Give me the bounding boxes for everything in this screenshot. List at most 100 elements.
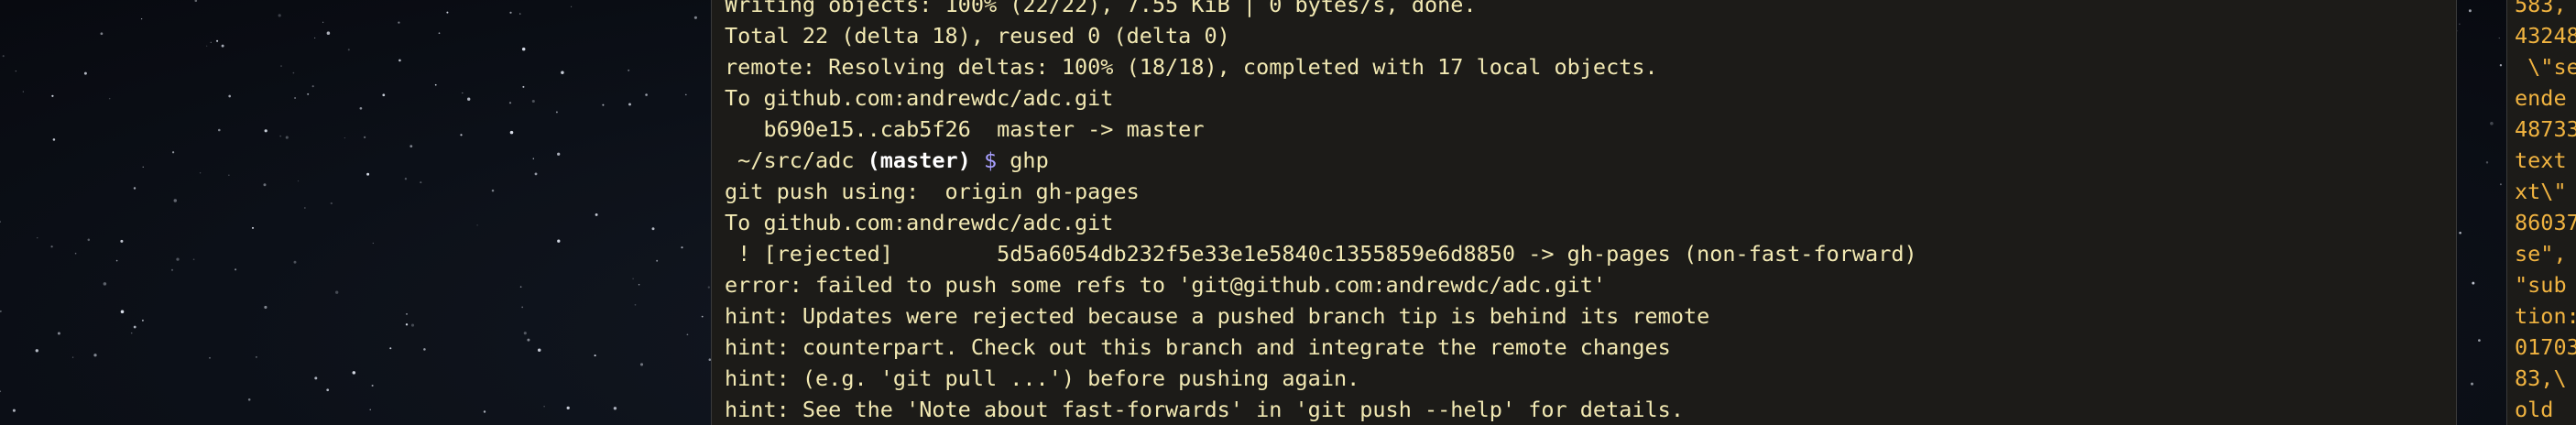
star [173, 199, 178, 202]
star [304, 207, 306, 209]
star [701, 315, 704, 318]
star [100, 32, 104, 36]
star [382, 93, 386, 97]
star [130, 332, 133, 334]
star [50, 245, 53, 248]
star [0, 390, 2, 393]
terminal-line: hint: See the 'Note about fast-forwards'… [725, 397, 1684, 422]
side-terminal-line: 48733 [2515, 116, 2576, 142]
star [571, 5, 573, 7]
star [508, 102, 512, 104]
star [639, 363, 644, 366]
star [2499, 183, 2502, 186]
star [133, 325, 136, 329]
star [74, 252, 77, 255]
star [594, 354, 596, 357]
star [389, 347, 392, 350]
star [543, 406, 545, 408]
star [483, 410, 486, 413]
side-terminal-line: 43248 [2515, 23, 2576, 49]
terminal-line: b690e15..cab5f26 master -> master [725, 116, 1205, 142]
side-terminal-line: 01703 [2515, 334, 2576, 360]
star [247, 398, 251, 401]
star [51, 94, 54, 97]
star [264, 305, 267, 310]
terminal-line: ! [rejected] 5d5a6054db232f5e33e1e5840c1… [725, 241, 1917, 267]
star [199, 172, 202, 174]
side-terminal-line: 583, [2515, 0, 2567, 17]
star [37, 237, 38, 239]
side-terminal-line: xt\" [2515, 179, 2567, 204]
star [71, 356, 74, 358]
star [537, 348, 541, 353]
star [409, 145, 413, 148]
star [171, 151, 175, 154]
star [221, 44, 224, 48]
star [2478, 339, 2481, 342]
star [235, 268, 237, 271]
star [87, 238, 91, 242]
star [192, 258, 195, 261]
star [645, 93, 648, 96]
star [359, 106, 363, 110]
star [140, 17, 143, 20]
terminal-line: To github.com:andrewdc/adc.git [725, 85, 1114, 111]
star [251, 226, 255, 229]
star [322, 21, 324, 23]
star [406, 312, 408, 315]
star [519, 13, 521, 15]
star [2459, 23, 2461, 25]
star [369, 409, 371, 410]
star [218, 128, 221, 132]
terminal-prompt-line: ~/src/adc (master) $ ghp [725, 145, 1917, 176]
star [363, 136, 366, 139]
star [521, 47, 526, 51]
star [2, 55, 5, 58]
star [2471, 382, 2473, 386]
star [347, 49, 350, 51]
star [398, 59, 401, 62]
star [311, 85, 314, 88]
star [410, 323, 415, 327]
star [176, 257, 180, 261]
star [398, 21, 400, 24]
terminal-line: hint: counterpart. Check out this branch… [725, 334, 1671, 360]
side-terminal-line: ende [2515, 85, 2567, 111]
star [2485, 161, 2489, 164]
star [366, 172, 370, 176]
side-terminal-line: "sub [2515, 272, 2567, 298]
star [628, 103, 631, 106]
star [2459, 231, 2461, 234]
side-terminal-output: 583, 43248 \"se ende 48733 text xt\" 860… [2515, 0, 2576, 425]
star [93, 354, 97, 357]
prompt-branch: (master) [867, 147, 971, 173]
star [326, 388, 330, 392]
star [133, 187, 136, 190]
star [509, 130, 514, 135]
star [404, 178, 408, 180]
star [372, 242, 374, 245]
star [423, 348, 426, 351]
side-terminal-line: 86037 [2515, 210, 2576, 235]
star [206, 45, 208, 47]
star [209, 356, 211, 359]
star [344, 137, 345, 139]
star [613, 407, 617, 410]
star [83, 71, 87, 75]
terminal-window[interactable]: Writing objects: 100% (22/22), 7.55 KiB … [711, 0, 2457, 425]
star [534, 172, 538, 176]
star [476, 224, 478, 226]
side-terminal-line: text [2515, 147, 2567, 173]
star [352, 371, 356, 375]
star [57, 332, 60, 335]
terminal-line: hint: (e.g. 'git pull ...') before pushi… [725, 365, 1360, 391]
star [297, 180, 300, 182]
star [707, 286, 710, 289]
terminal-line: To github.com:andrewdc/adc.git [725, 210, 1114, 235]
star [278, 14, 281, 17]
star [523, 332, 527, 335]
star [35, 349, 38, 353]
side-terminal-window[interactable]: 583, 43248 \"se ende 48733 text xt\" 860… [2506, 0, 2576, 425]
star [52, 138, 56, 141]
star [651, 227, 655, 231]
